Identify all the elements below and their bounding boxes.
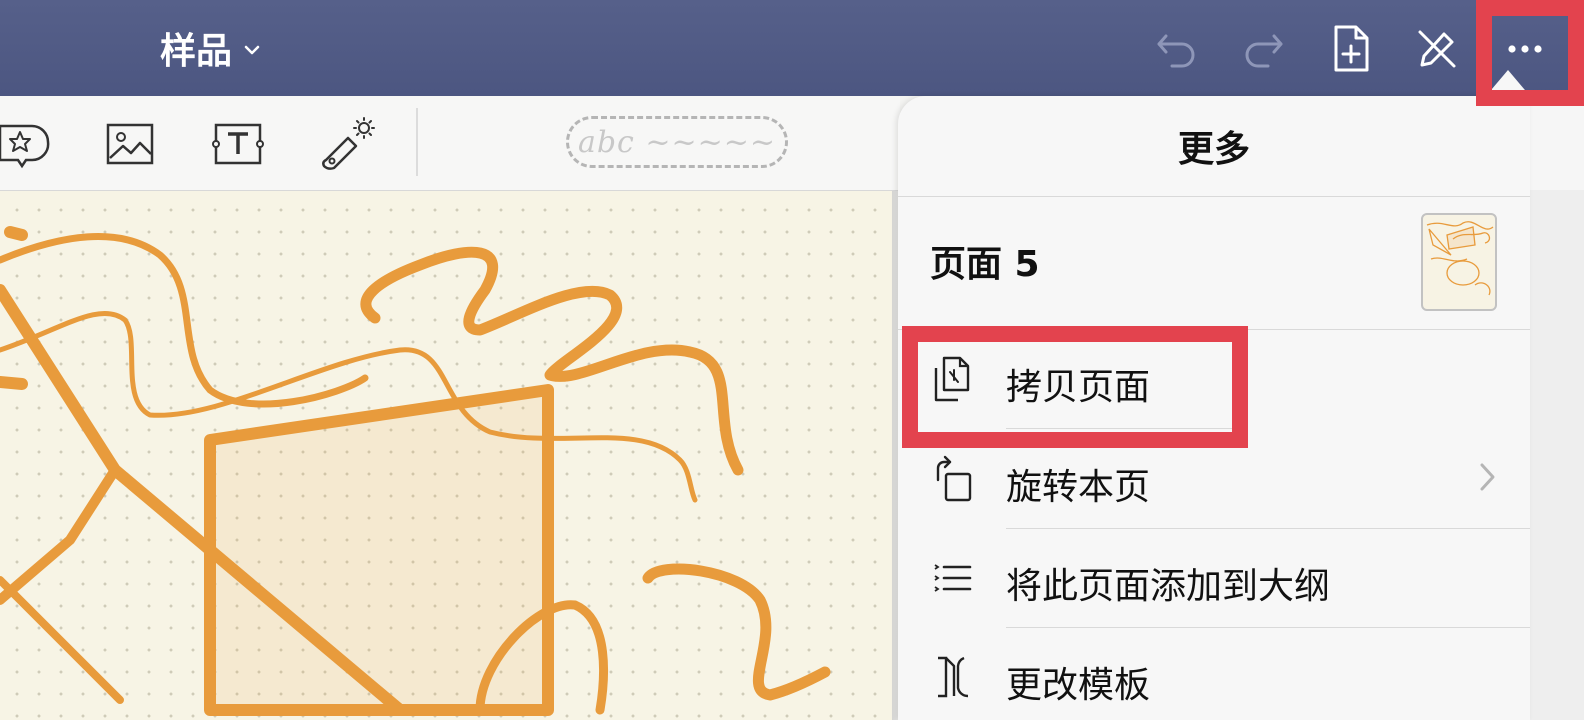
top-bar: 样品 <box>0 0 1584 96</box>
add-to-outline-label: 将此页面添加到大纲 <box>1006 566 1331 607</box>
page-thumbnail[interactable] <box>1421 213 1497 311</box>
tool-separator <box>416 108 418 176</box>
change-template-label: 更改模板 <box>1006 665 1151 706</box>
document-title-button[interactable]: 样品 <box>160 22 260 74</box>
redo-icon <box>1245 34 1283 68</box>
add-page-button[interactable] <box>1326 24 1376 74</box>
text-box-icon <box>212 123 264 165</box>
popover-title: 更多 <box>898 96 1530 197</box>
pen-off-button[interactable] <box>1412 24 1462 74</box>
current-page-row: 页面 5 <box>898 197 1530 330</box>
rotate-page-label: 旋转本页 <box>1006 467 1151 508</box>
tool-strip: abc ~~~~~ <box>0 96 900 191</box>
outline-list-icon <box>934 564 972 592</box>
laser-pointer-icon <box>322 117 375 170</box>
ink-drawing <box>0 226 831 716</box>
chevron-down-icon <box>244 45 260 55</box>
rotate-page-icon <box>936 455 972 502</box>
undo-button[interactable] <box>1152 24 1202 74</box>
highlight-copy-page <box>902 326 1248 448</box>
page-label: 页面 5 <box>930 244 1040 285</box>
redo-button[interactable] <box>1238 24 1288 74</box>
add-to-outline-item[interactable]: 将此页面添加到大纲 <box>898 529 1530 628</box>
drawing-canvas[interactable] <box>0 191 892 720</box>
document-title: 样品 <box>160 31 233 72</box>
sticker-icon <box>0 124 50 169</box>
right-canvas-edge <box>1530 96 1584 720</box>
change-template-icon <box>938 656 969 698</box>
pen-off-icon <box>1418 30 1456 68</box>
highlight-more-button <box>1476 0 1584 106</box>
image-icon <box>106 123 154 165</box>
sticker-tool[interactable] <box>0 118 52 170</box>
undo-icon <box>1157 34 1195 68</box>
add-page-icon <box>1334 25 1369 72</box>
laser-pointer-tool[interactable] <box>318 117 378 170</box>
pen-style-preview[interactable]: abc ~~~~~ <box>566 116 788 168</box>
image-tool[interactable] <box>100 118 160 170</box>
chevron-right-icon <box>1480 463 1495 491</box>
text-box-tool[interactable] <box>208 118 268 170</box>
change-template-item[interactable]: 更改模板 <box>898 628 1530 720</box>
